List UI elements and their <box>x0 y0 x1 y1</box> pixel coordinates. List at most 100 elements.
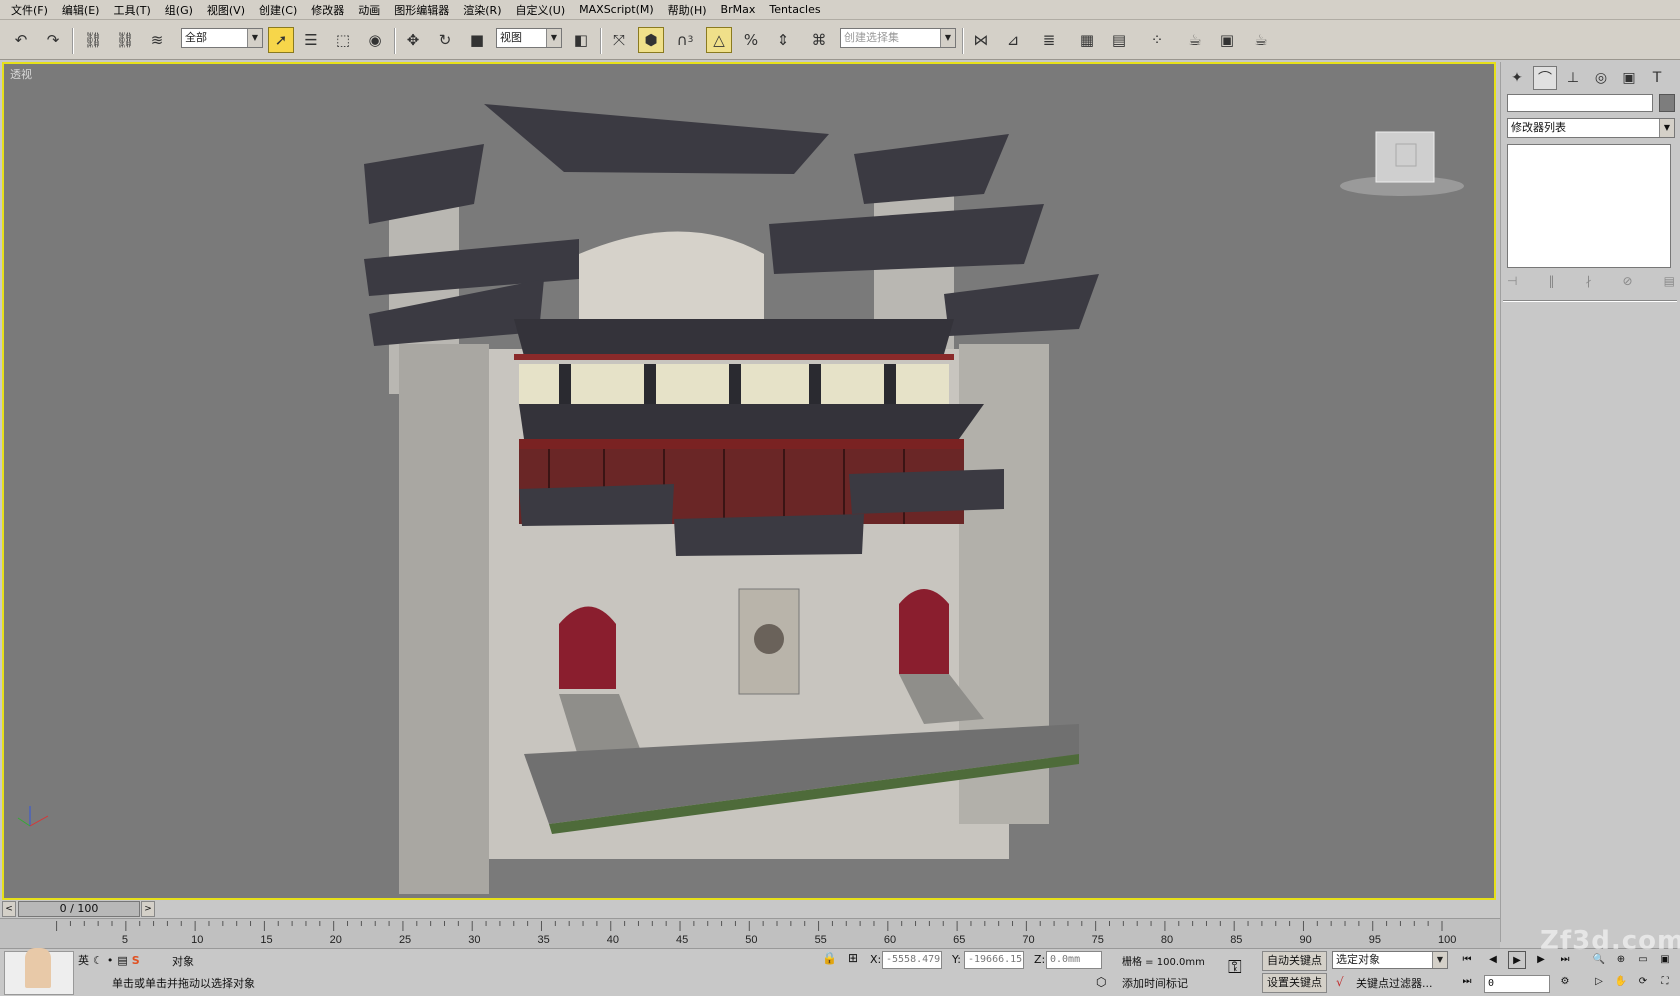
menu-item-11[interactable]: MAXScript(M) <box>572 3 661 16</box>
ruler-tick-label: 70 <box>1022 934 1034 946</box>
rollout-divider <box>1503 300 1677 302</box>
layer-manager-icon[interactable]: ≣ <box>1036 27 1062 53</box>
select-object-icon[interactable]: ➚ <box>268 27 294 53</box>
pivot-center-icon[interactable]: ◧ <box>568 27 594 53</box>
ime-language-icon[interactable]: 英 <box>78 952 89 968</box>
next-frame-arrow-icon[interactable]: > <box>141 901 155 917</box>
maxscript-mini-listener[interactable] <box>4 948 74 995</box>
key-filters-button[interactable]: 关键点过滤器... <box>1356 975 1433 991</box>
menu-item-9[interactable]: 渲染(R) <box>456 2 508 18</box>
hierarchy-tab-icon[interactable]: ⊥ <box>1561 66 1585 90</box>
ime-moon-icon[interactable]: ☾ <box>93 954 103 967</box>
key-mode-toggle-icon[interactable]: ⏭ <box>1458 973 1476 991</box>
edit-named-selection-icon[interactable]: ⌘ <box>806 27 832 53</box>
modify-tab-icon[interactable]: ⌒ <box>1533 66 1557 90</box>
add-time-tag-link[interactable]: 添加时间标记 <box>1122 975 1188 991</box>
keyboard-shortcut-override-icon[interactable]: ⬢ <box>638 27 664 53</box>
rendered-frame-window-icon[interactable]: ▣ <box>1214 27 1240 53</box>
bind-space-warp-icon[interactable]: ≋ <box>144 27 170 53</box>
manipulate-icon[interactable]: ⤧ <box>606 27 632 53</box>
object-color-swatch[interactable] <box>1659 94 1675 112</box>
menu-item-8[interactable]: 图形编辑器 <box>387 2 456 18</box>
y-coordinate-field[interactable]: -19666.15 <box>964 951 1024 969</box>
pin-stack-icon[interactable]: ⊣ <box>1507 274 1517 292</box>
named-selection-dropdown[interactable]: 创建选择集 ▼ <box>840 28 956 48</box>
menu-item-4[interactable]: 视图(V) <box>200 2 252 18</box>
selection-lock-icon[interactable]: 🔒 <box>822 951 837 965</box>
angle-snap-icon[interactable]: △ <box>706 27 732 53</box>
select-and-scale-icon[interactable]: ■ <box>464 27 490 53</box>
remove-modifier-icon[interactable]: ⊘ <box>1623 274 1633 292</box>
ime-keyboard-icon[interactable]: ▤ <box>117 954 127 967</box>
perspective-viewport[interactable]: 透视 <box>2 62 1496 900</box>
menu-item-7[interactable]: 动画 <box>351 2 387 18</box>
menu-item-14[interactable]: Tentacles <box>762 3 827 16</box>
select-and-rotate-icon[interactable]: ↻ <box>432 27 458 53</box>
previous-frame-icon[interactable]: ◀ <box>1484 951 1502 969</box>
menu-item-2[interactable]: 工具(T) <box>106 2 157 18</box>
configure-modifier-sets-icon[interactable]: ▤ <box>1664 274 1675 292</box>
make-unique-icon[interactable]: ∤ <box>1586 274 1592 292</box>
menu-item-1[interactable]: 编辑(E) <box>55 2 107 18</box>
maximize-viewport-icon[interactable]: ⛶ <box>1656 973 1674 991</box>
ime-punct-icon[interactable]: • <box>107 954 114 967</box>
time-configuration-icon[interactable]: ⚙ <box>1556 973 1574 991</box>
menu-item-5[interactable]: 创建(C) <box>252 2 304 18</box>
ruler-tick-label: 100 <box>1438 934 1456 946</box>
snaps-toggle-icon[interactable]: ∩ 3 <box>672 27 698 53</box>
align-icon[interactable]: ⊿ <box>1000 27 1026 53</box>
field-of-view-icon[interactable]: ▷ <box>1590 973 1608 991</box>
selection-filter-dropdown[interactable]: 全部 ▼ <box>181 28 263 48</box>
unlink-icon[interactable]: ⛓ <box>112 27 138 53</box>
redo-icon[interactable]: ↷ <box>40 27 66 53</box>
render-setup-icon[interactable]: ☕ <box>1182 27 1208 53</box>
play-animation-icon[interactable]: ▶ <box>1508 951 1526 969</box>
go-to-start-icon[interactable]: ⏮ <box>1458 951 1476 969</box>
window-crossing-icon[interactable]: ◉ <box>362 27 388 53</box>
display-tab-icon[interactable]: ▣ <box>1617 66 1641 90</box>
set-key-button[interactable]: 设置关键点 <box>1262 973 1327 993</box>
undo-icon[interactable]: ↶ <box>8 27 34 53</box>
select-and-move-icon[interactable]: ✥ <box>400 27 426 53</box>
quick-render-icon[interactable]: ☕ <box>1248 27 1274 53</box>
menu-item-12[interactable]: 帮助(H) <box>661 2 714 18</box>
key-icon[interactable]: ⚿ <box>1228 957 1242 978</box>
x-coordinate-field[interactable]: -5558.479 <box>882 951 942 969</box>
rectangular-selection-icon[interactable]: ⬚ <box>330 27 356 53</box>
select-and-link-icon[interactable]: ⛓ <box>80 27 106 53</box>
spinner-snap-icon[interactable]: ⇕ <box>770 27 796 53</box>
menu-item-3[interactable]: 组(G) <box>158 2 200 18</box>
current-frame-spinner[interactable]: 0 <box>1484 975 1550 993</box>
prev-frame-arrow-icon[interactable]: < <box>2 901 16 917</box>
key-selection-set-dropdown[interactable]: 选定对象 ▼ <box>1332 951 1448 969</box>
schematic-view-icon[interactable]: ▤ <box>1106 27 1132 53</box>
modifier-list-dropdown[interactable]: 修改器列表 ▼ <box>1507 118 1675 138</box>
ruler-tick-label: 85 <box>1230 934 1242 946</box>
z-coordinate-field[interactable]: 0.0mm <box>1046 951 1102 969</box>
orbit-icon[interactable]: ⟳ <box>1634 973 1652 991</box>
viewcube-icon[interactable] <box>1375 131 1435 183</box>
menu-item-10[interactable]: 自定义(U) <box>509 2 573 18</box>
ime-sogou-icon[interactable]: S <box>132 954 140 967</box>
menu-item-6[interactable]: 修改器 <box>304 2 351 18</box>
track-view-icon[interactable]: ▦ <box>1074 27 1100 53</box>
select-by-name-icon[interactable]: ☰ <box>298 27 324 53</box>
time-slider[interactable]: 0 / 100 <box>18 901 140 917</box>
motion-tab-icon[interactable]: ◎ <box>1589 66 1613 90</box>
time-tag-icon[interactable]: ⬡ <box>1096 975 1106 989</box>
menu-item-13[interactable]: BrMax <box>714 3 763 16</box>
material-editor-icon[interactable]: ⁘ <box>1144 27 1170 53</box>
object-name-field[interactable] <box>1507 94 1653 112</box>
absolute-mode-icon[interactable]: ⊞ <box>848 951 858 965</box>
utilities-tab-icon[interactable]: T <box>1645 66 1669 90</box>
reference-coordinate-dropdown[interactable]: 视图 ▼ <box>496 28 562 48</box>
track-bar-ruler[interactable]: 5 10 15 20 25 30 35 40 45 50 55 60 65 70 75 80 85 90 95 100 <box>0 918 1500 948</box>
modifier-stack[interactable] <box>1507 144 1671 268</box>
pan-view-icon[interactable]: ✋ <box>1612 973 1630 991</box>
menu-item-0[interactable]: 文件(F) <box>4 2 55 18</box>
show-end-result-icon[interactable]: ‖ <box>1548 274 1554 292</box>
create-tab-icon[interactable]: ✦ <box>1505 66 1529 90</box>
percent-snap-icon[interactable]: % <box>738 27 764 53</box>
auto-key-button[interactable]: 自动关键点 <box>1262 951 1327 971</box>
mirror-icon[interactable]: ⋈ <box>968 27 994 53</box>
